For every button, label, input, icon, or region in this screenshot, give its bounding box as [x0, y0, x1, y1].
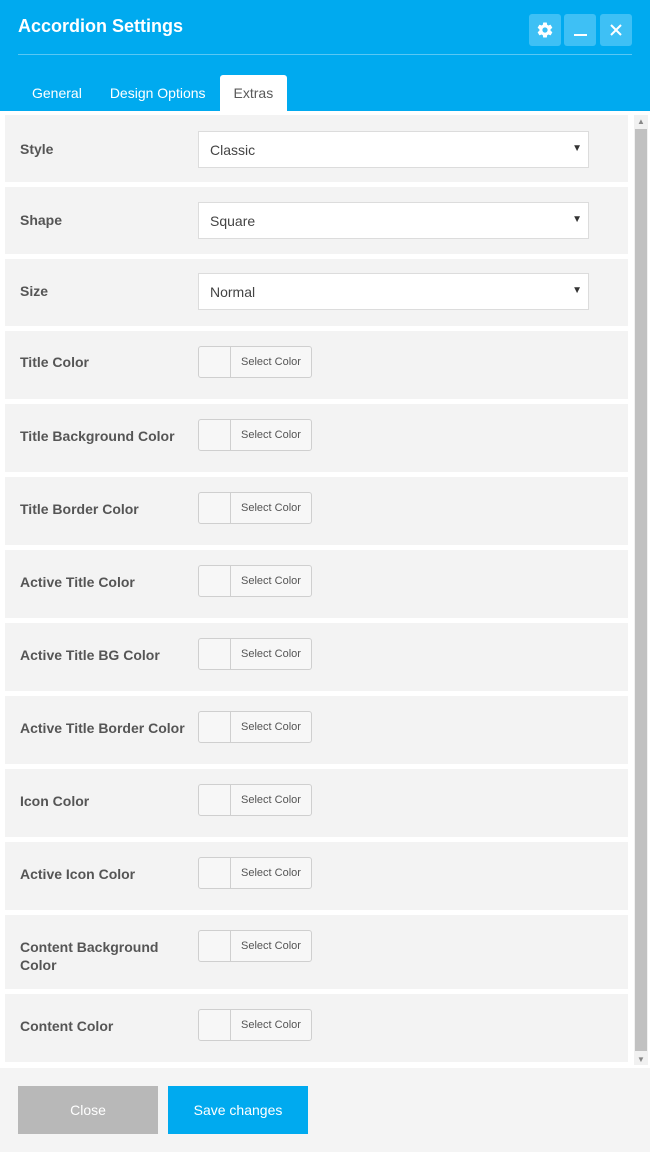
select-color-button[interactable]: Select Color — [231, 493, 311, 523]
shape-value: Square — [210, 212, 256, 229]
content-bg-color-picker[interactable]: Select Color — [198, 930, 312, 962]
content-bg-color-row: Content Background Color Select Color — [5, 915, 628, 989]
active-title-border-color-row: Active Title Border Color Select Color — [5, 696, 628, 764]
settings-button[interactable] — [529, 14, 561, 46]
tab-general[interactable]: General — [18, 75, 96, 111]
color-swatch[interactable] — [199, 347, 231, 377]
panel-header: Accordion Settings General Design Option… — [0, 0, 650, 111]
title-bg-color-label: Title Background Color — [20, 428, 175, 444]
close-window-button[interactable] — [600, 14, 632, 46]
vertical-scrollbar[interactable]: ▲ ▼ — [634, 115, 648, 1065]
color-swatch[interactable] — [199, 493, 231, 523]
style-select[interactable]: Classic ▼ — [198, 131, 589, 168]
settings-content: Style Classic ▼ Shape Square ▼ Size Norm… — [0, 111, 650, 1068]
scroll-down-icon[interactable]: ▼ — [634, 1053, 648, 1065]
color-swatch[interactable] — [199, 785, 231, 815]
tab-design-options[interactable]: Design Options — [96, 75, 220, 111]
select-color-button[interactable]: Select Color — [231, 420, 311, 450]
size-row: Size Normal ▼ — [5, 259, 628, 326]
tab-bar: General Design Options Extras — [18, 75, 288, 111]
title-bg-color-picker[interactable]: Select Color — [198, 419, 312, 451]
panel-footer: Close Save changes — [0, 1068, 650, 1152]
style-row: Style Classic ▼ — [5, 115, 628, 182]
style-label: Style — [20, 141, 54, 157]
active-title-border-color-picker[interactable]: Select Color — [198, 711, 312, 743]
content-color-picker[interactable]: Select Color — [198, 1009, 312, 1041]
active-title-color-picker[interactable]: Select Color — [198, 565, 312, 597]
active-icon-color-picker[interactable]: Select Color — [198, 857, 312, 889]
panel-title: Accordion Settings — [18, 16, 184, 36]
active-title-bg-color-row: Active Title BG Color Select Color — [5, 623, 628, 691]
active-title-bg-color-picker[interactable]: Select Color — [198, 638, 312, 670]
title-border-color-picker[interactable]: Select Color — [198, 492, 312, 524]
title-bg-color-row: Title Background Color Select Color — [5, 404, 628, 472]
gear-icon — [537, 22, 553, 38]
title-border-color-label: Title Border Color — [20, 501, 139, 517]
active-title-bg-color-label: Active Title BG Color — [20, 647, 160, 663]
color-swatch[interactable] — [199, 858, 231, 888]
minimize-button[interactable] — [564, 14, 596, 46]
dropdown-caret-icon: ▼ — [572, 285, 582, 296]
save-changes-button[interactable]: Save changes — [168, 1086, 308, 1134]
select-color-button[interactable]: Select Color — [231, 712, 311, 742]
header-divider — [18, 54, 632, 55]
title-color-row: Title Color Select Color — [5, 331, 628, 399]
select-color-button[interactable]: Select Color — [231, 1010, 311, 1040]
color-swatch[interactable] — [199, 639, 231, 669]
style-value: Classic — [210, 141, 256, 158]
color-swatch[interactable] — [199, 1010, 231, 1040]
size-select[interactable]: Normal ▼ — [198, 273, 589, 310]
dropdown-caret-icon: ▼ — [572, 214, 582, 225]
scrollbar-thumb[interactable] — [635, 129, 647, 1051]
color-swatch[interactable] — [199, 420, 231, 450]
select-color-button[interactable]: Select Color — [231, 639, 311, 669]
close-button[interactable]: Close — [18, 1086, 158, 1134]
title-border-color-row: Title Border Color Select Color — [5, 477, 628, 545]
active-title-color-row: Active Title Color Select Color — [5, 550, 628, 618]
icon-color-row: Icon Color Select Color — [5, 769, 628, 837]
content-color-row: Content Color Select Color — [5, 994, 628, 1062]
content-color-label: Content Color — [20, 1018, 114, 1034]
active-icon-color-label: Active Icon Color — [20, 866, 136, 882]
select-color-button[interactable]: Select Color — [231, 785, 311, 815]
color-swatch[interactable] — [199, 931, 231, 961]
shape-row: Shape Square ▼ — [5, 187, 628, 254]
title-color-label: Title Color — [20, 354, 89, 370]
minimize-icon — [573, 34, 587, 36]
size-value: Normal — [210, 283, 256, 300]
shape-select[interactable]: Square ▼ — [198, 202, 589, 239]
color-swatch[interactable] — [199, 566, 231, 596]
content-bg-color-label: Content Background Color — [20, 939, 159, 973]
size-label: Size — [20, 283, 49, 299]
select-color-button[interactable]: Select Color — [231, 347, 311, 377]
active-title-color-label: Active Title Color — [20, 574, 135, 590]
tab-extras[interactable]: Extras — [219, 75, 288, 111]
scroll-up-icon[interactable]: ▲ — [634, 115, 648, 127]
color-swatch[interactable] — [199, 712, 231, 742]
icon-color-label: Icon Color — [20, 793, 90, 809]
shape-label: Shape — [20, 212, 63, 228]
select-color-button[interactable]: Select Color — [231, 931, 311, 961]
icon-color-picker[interactable]: Select Color — [198, 784, 312, 816]
dropdown-caret-icon: ▼ — [572, 143, 582, 154]
select-color-button[interactable]: Select Color — [231, 566, 311, 596]
select-color-button[interactable]: Select Color — [231, 858, 311, 888]
active-icon-color-row: Active Icon Color Select Color — [5, 842, 628, 910]
title-color-picker[interactable]: Select Color — [198, 346, 312, 378]
close-icon — [610, 24, 622, 36]
active-title-border-color-label: Active Title Border Color — [20, 720, 185, 736]
